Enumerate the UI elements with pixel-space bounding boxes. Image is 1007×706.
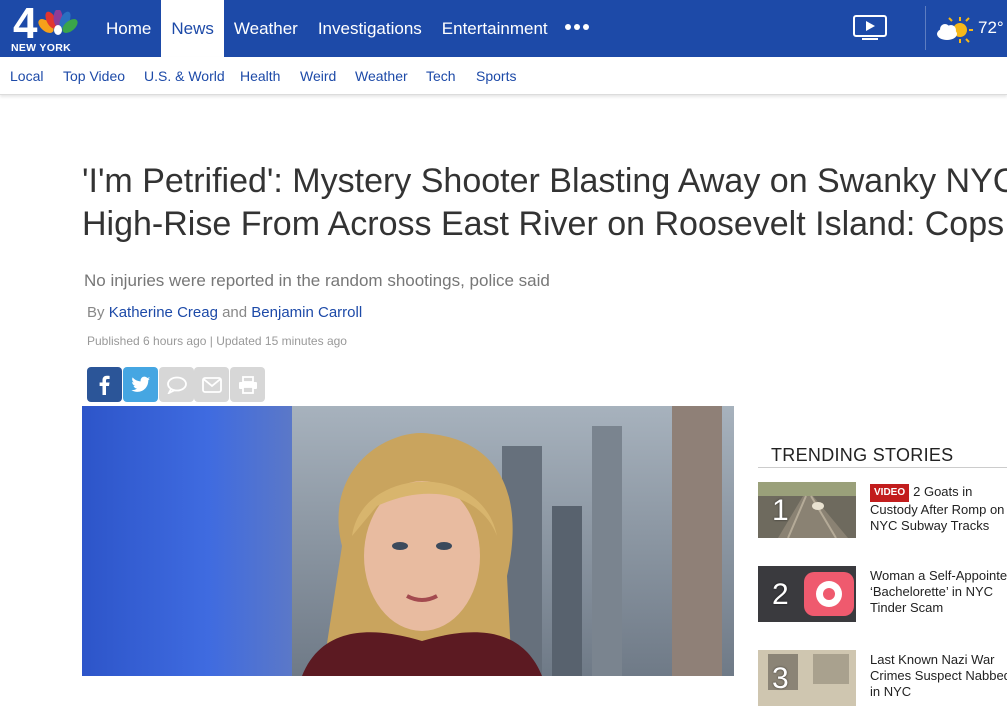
byline: By Katherine Creag and Benjamin Carroll bbox=[87, 304, 362, 321]
headline-line-1: 'I'm Petrified': Mystery Shooter Blastin… bbox=[82, 162, 1007, 200]
peacock-icon bbox=[38, 10, 78, 35]
twitter-share-button[interactable] bbox=[123, 367, 158, 402]
partly-sunny-icon[interactable] bbox=[935, 14, 973, 44]
nav-divider bbox=[925, 6, 926, 50]
temperature[interactable]: 72° bbox=[978, 18, 1004, 38]
trending-divider bbox=[758, 467, 1007, 468]
author-link-2[interactable]: Benjamin Carroll bbox=[251, 304, 362, 321]
trending-item[interactable]: 3 Last Known Nazi War Crimes Suspect Nab… bbox=[758, 650, 1007, 706]
subnav-top-video[interactable]: Top Video bbox=[63, 68, 125, 84]
trending-stories-heading: TRENDING STORIES bbox=[771, 445, 954, 465]
facebook-share-button[interactable] bbox=[87, 367, 122, 402]
trending-thumbnail: 3 bbox=[758, 650, 856, 706]
article-video-player[interactable] bbox=[82, 406, 734, 676]
printer-icon bbox=[238, 375, 257, 394]
news-anchor-image bbox=[302, 432, 542, 676]
nav-news[interactable]: News bbox=[161, 0, 224, 57]
published-timestamp: Published 6 hours ago | Updated 15 minut… bbox=[87, 334, 347, 348]
logo-text: NEW YORK bbox=[11, 42, 71, 54]
trending-item[interactable]: 2 Woman a Self-Appointed ‘Bachelorette’ … bbox=[758, 566, 1007, 622]
skyline-building bbox=[672, 406, 722, 676]
video-player-icon[interactable] bbox=[852, 14, 888, 42]
byline-prefix: By bbox=[87, 304, 105, 321]
subnav-weird[interactable]: Weird bbox=[300, 68, 336, 84]
nav-entertainment[interactable]: Entertainment bbox=[432, 0, 558, 57]
trending-rank: 1 bbox=[772, 494, 789, 527]
skyline-building bbox=[592, 426, 622, 676]
article-headline: 'I'm Petrified': Mystery Shooter Blastin… bbox=[82, 160, 1007, 246]
sub-nav: Local Top Video U.S. & World Health Weir… bbox=[0, 57, 1007, 95]
nav-weather[interactable]: Weather bbox=[224, 0, 308, 57]
trending-item[interactable]: 1 VIDEO 2 Goats in Custody After Romp on … bbox=[758, 482, 1007, 538]
trending-rank: 2 bbox=[772, 578, 789, 611]
top-nav-bar: 4 NEW YORK Home News Weather Investigati… bbox=[0, 0, 1007, 57]
print-button[interactable] bbox=[230, 367, 265, 402]
logo-number: 4 bbox=[13, 0, 38, 48]
nav-investigations[interactable]: Investigations bbox=[308, 0, 432, 57]
trending-rank: 3 bbox=[772, 662, 789, 695]
email-icon bbox=[201, 376, 222, 393]
byline-and: and bbox=[222, 304, 248, 321]
author-link-1[interactable]: Katherine Creag bbox=[109, 304, 218, 321]
comment-share-button[interactable] bbox=[159, 367, 194, 402]
main-nav: Home News Weather Investigations Enterta… bbox=[96, 0, 558, 57]
subnav-weather[interactable]: Weather bbox=[355, 68, 408, 84]
comment-icon bbox=[166, 376, 187, 394]
facebook-icon bbox=[99, 375, 110, 395]
subnav-sports[interactable]: Sports bbox=[476, 68, 516, 84]
trending-headline: VIDEO 2 Goats in Custody After Romp on NY… bbox=[870, 484, 1007, 534]
subnav-tech[interactable]: Tech bbox=[426, 68, 456, 84]
video-badge: VIDEO bbox=[870, 484, 910, 502]
more-menu-icon[interactable] bbox=[565, 24, 589, 32]
subnav-us-world[interactable]: U.S. & World bbox=[144, 68, 225, 84]
article-subhead: No injuries were reported in the random … bbox=[84, 271, 550, 290]
trending-headline: Last Known Nazi War Crimes Suspect Nabbe… bbox=[870, 652, 1007, 699]
nav-home[interactable]: Home bbox=[96, 0, 161, 57]
nbc-4-new-york-logo[interactable]: 4 NEW YORK bbox=[8, 0, 84, 54]
studio-backdrop bbox=[82, 406, 292, 676]
email-share-button[interactable] bbox=[194, 367, 229, 402]
trending-headline: Woman a Self-Appointed ‘Bachelorette’ in… bbox=[870, 568, 1007, 615]
headline-line-2: High-Rise From Across East River on Roos… bbox=[82, 205, 1005, 243]
trending-thumbnail: 2 bbox=[758, 566, 856, 622]
trending-thumbnail: 1 bbox=[758, 482, 856, 538]
subnav-health[interactable]: Health bbox=[240, 68, 280, 84]
subnav-local[interactable]: Local bbox=[10, 68, 43, 84]
twitter-icon bbox=[130, 376, 150, 392]
